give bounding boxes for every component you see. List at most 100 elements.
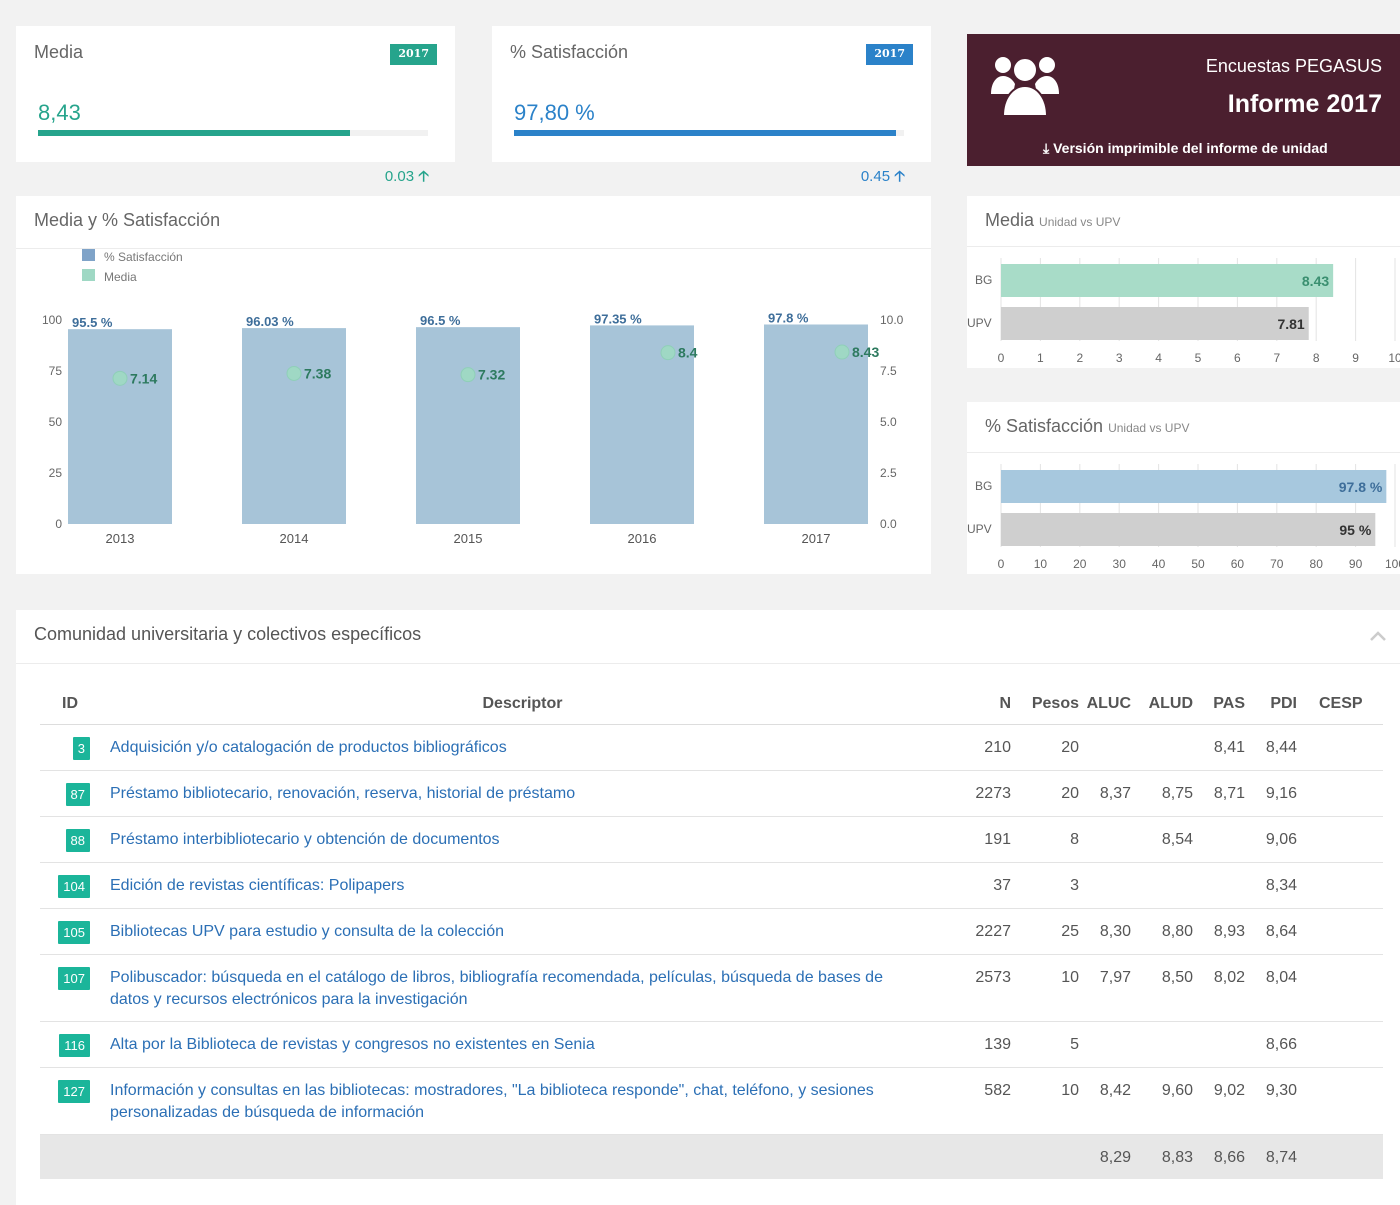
cell-pas [1195, 816, 1247, 863]
cell-pas-text [1195, 1022, 1245, 1044]
cell-aluc-text: 8,37 [1099, 785, 1131, 802]
cell-aluc-text: 8,42 [1099, 1082, 1131, 1099]
cell-pesos-text: 5 [1070, 1036, 1079, 1053]
descriptor-link[interactable]: Préstamo bibliotecario, renovación, rese… [110, 785, 575, 802]
cell-descriptor: Información y consultas en las bibliotec… [100, 1067, 945, 1135]
kpi-media-progress-fill [38, 130, 350, 136]
y-category-label: BG [975, 479, 992, 493]
cell-id: 116 [40, 1021, 100, 1068]
point-media [286, 365, 302, 381]
cell-aluc-text [1081, 1022, 1131, 1044]
cell-alud [1133, 1021, 1195, 1068]
x-tick-label: 0 [998, 557, 1005, 571]
pegasus-subtitle: Encuestas PEGASUS [1205, 56, 1382, 76]
cell-alud: 9,60 [1133, 1067, 1195, 1135]
column-header-pesos[interactable]: Pesos [1013, 684, 1081, 725]
descriptor-link[interactable]: Polibuscador: búsqueda en el catálogo de… [110, 969, 883, 1008]
bar [1001, 470, 1387, 503]
point-label-media: 7.32 [478, 367, 505, 383]
column-header-pas[interactable]: PAS [1195, 684, 1247, 725]
cell-descriptor: Adquisición y/o catalogación de producto… [100, 724, 945, 771]
kpi-satisfaccion-delta: 0.45 🡡 [861, 166, 905, 191]
cell-n-text: 139 [984, 1036, 1011, 1053]
descriptor-link[interactable]: Préstamo interbibliotecario y obtención … [110, 831, 500, 848]
y-right-tick-label: 10.0 [880, 313, 904, 327]
total-alud: 8,83 [1133, 1134, 1195, 1179]
column-header-pdi[interactable]: PDI [1247, 684, 1299, 725]
total-descriptor [100, 1134, 945, 1179]
chevron-up-icon[interactable] [1368, 628, 1388, 644]
cell-aluc-text [1081, 817, 1131, 839]
cell-id-text: 105 [40, 909, 90, 954]
cell-pas-text: 8,41 [1213, 739, 1245, 756]
total-descriptor-text [100, 1135, 945, 1157]
cell-n: 582 [945, 1067, 1013, 1135]
kpi-media-year-badge: 2017 [390, 44, 437, 65]
cell-pas: 9,02 [1195, 1067, 1247, 1135]
cell-n-text: 2227 [975, 923, 1011, 940]
total-cesp-text [1299, 1135, 1383, 1157]
cell-id: 127 [40, 1067, 100, 1135]
descriptor-link[interactable]: Edición de revistas científicas: Polipap… [110, 877, 404, 894]
bar-label: 8.43 [1302, 273, 1329, 289]
cell-n-text: 2273 [975, 785, 1011, 802]
cell-pdi-text: 8,66 [1265, 1036, 1297, 1053]
descriptor-link[interactable]: Información y consultas en las bibliotec… [110, 1082, 874, 1121]
cell-pdi: 8,64 [1247, 908, 1299, 955]
cell-id-text: 104 [40, 863, 90, 908]
kpi-media-value: 8,43 [38, 100, 81, 125]
cell-alud: 8,80 [1133, 908, 1195, 955]
cell-descriptor-text: Alta por la Biblioteca de revistas y con… [110, 1022, 905, 1066]
total-cesp [1299, 1134, 1383, 1179]
x-tick-label: 10 [1034, 557, 1048, 571]
x-tick-label: 30 [1113, 557, 1127, 571]
total-alud-text: 8,83 [1161, 1149, 1193, 1166]
printable-report-link[interactable]: ⤓ Versión imprimible del informe de unid… [1043, 140, 1328, 157]
cell-pdi-text: 9,30 [1265, 1082, 1297, 1099]
cell-id: 107 [40, 954, 100, 1022]
x-tick-label: 60 [1231, 557, 1245, 571]
column-header-n[interactable]: N [945, 684, 1013, 725]
cell-pas-text [1195, 863, 1245, 885]
column-header-id[interactable]: ID [40, 684, 100, 725]
point-media [460, 367, 476, 383]
cell-id: 105 [40, 908, 100, 955]
cell-pesos: 5 [1013, 1021, 1081, 1068]
cell-alud-text [1133, 863, 1193, 885]
x-tick-label: 2014 [280, 531, 309, 546]
column-header-aluc[interactable]: ALUC [1081, 684, 1133, 725]
kpi-satisfaccion-delta-value: 0.45 [860, 168, 891, 185]
cell-pdi-text: 8,34 [1265, 877, 1297, 894]
id-badge: 107 [58, 967, 90, 990]
kpi-media-title: Media [34, 42, 84, 62]
point-label-media: 7.14 [130, 370, 157, 386]
x-tick-label: 8 [1313, 351, 1320, 365]
total-pesos-text [1013, 1135, 1079, 1157]
cell-cesp [1299, 908, 1383, 955]
descriptor-link[interactable]: Alta por la Biblioteca de revistas y con… [110, 1036, 595, 1053]
cell-alud-text: 8,50 [1161, 969, 1193, 986]
cell-pesos: 8 [1013, 816, 1081, 863]
column-header-descriptor[interactable]: Descriptor [100, 684, 945, 725]
cell-cesp-text [1319, 909, 1383, 931]
main-chart-card: Media y % Satisfacción % Satisfacción Med… [16, 196, 931, 574]
bar-satisfaccion [416, 327, 520, 524]
bar-label: 95 % [1339, 522, 1371, 538]
cell-descriptor: Bibliotecas UPV para estudio y consulta … [100, 908, 945, 955]
bar-label: 97.8 % [1339, 479, 1383, 495]
cell-cesp [1299, 770, 1383, 817]
cell-alud-text: 8,75 [1161, 785, 1193, 802]
cell-alud-text: 8,80 [1161, 923, 1193, 940]
column-header-cesp[interactable]: CESP [1299, 684, 1383, 725]
point-label-media: 8.43 [852, 344, 879, 360]
table-row: 88 Préstamo interbibliotecario y obtenció… [40, 816, 1383, 863]
cell-pesos-text: 10 [1061, 969, 1079, 986]
cell-cesp [1299, 724, 1383, 771]
cell-cesp-text [1319, 1068, 1383, 1090]
descriptor-link[interactable]: Adquisición y/o catalogación de producto… [110, 739, 507, 756]
kpi-media-delta-value: 0.03 [384, 168, 415, 185]
column-header-alud[interactable]: ALUD [1133, 684, 1195, 725]
cell-id: 104 [40, 862, 100, 909]
descriptor-link[interactable]: Bibliotecas UPV para estudio y consulta … [110, 923, 504, 940]
x-tick-label: 70 [1270, 557, 1284, 571]
